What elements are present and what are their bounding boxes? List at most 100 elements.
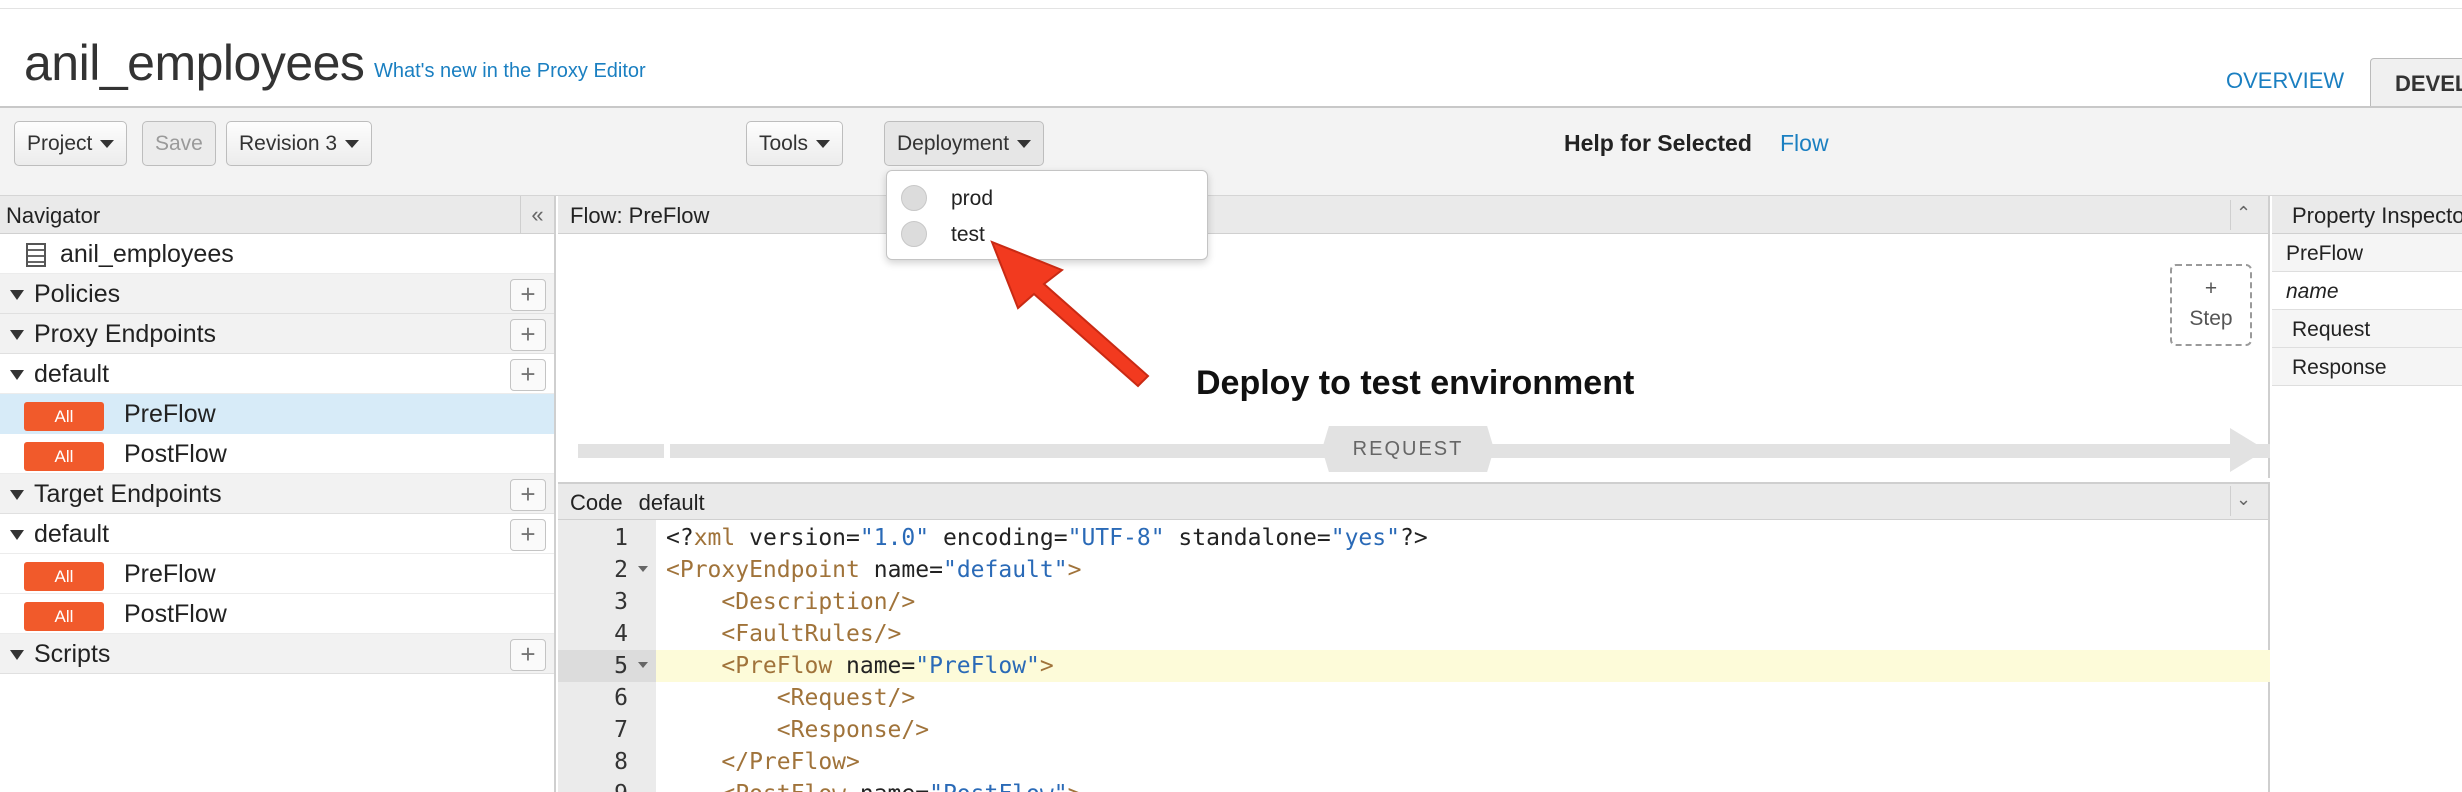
annotation-text: Deploy to test environment xyxy=(1196,364,1635,402)
revision-dropdown[interactable]: Revision 3 xyxy=(226,121,373,166)
project-dropdown[interactable]: Project xyxy=(14,121,128,166)
fold-icon[interactable] xyxy=(638,566,648,572)
flow-label: PostFlow xyxy=(124,600,227,628)
nav-section-policies[interactable]: Policies + xyxy=(0,274,554,314)
add-script-button[interactable]: + xyxy=(510,639,546,671)
property-inspector: Property Inspector PreFlow name Request … xyxy=(2272,196,2462,792)
line-number: 4 xyxy=(614,621,628,647)
step-label: Step xyxy=(2189,307,2233,330)
request-label: REQUEST xyxy=(1322,426,1494,472)
code-line[interactable]: 4 <FaultRules/> xyxy=(558,618,2270,650)
help-label: Help for Selected xyxy=(1564,130,1752,156)
deployment-dropdown[interactable]: Deployment xyxy=(884,121,1045,166)
navigator-header: Navigator « xyxy=(0,196,554,234)
nav-flow-item[interactable]: All PostFlow xyxy=(0,594,554,634)
tab-develop[interactable]: DEVEL xyxy=(2370,58,2462,108)
help-flow-link[interactable]: Flow xyxy=(1780,130,1829,157)
code-name: default xyxy=(638,490,705,515)
property-row[interactable]: PreFlow xyxy=(2272,234,2462,272)
nav-flow-item[interactable]: All PreFlow xyxy=(0,554,554,594)
nav-section-target-endpoints[interactable]: Target Endpoints + xyxy=(0,474,554,514)
code-line[interactable]: 8 </PreFlow> xyxy=(558,746,2270,778)
all-badge: All xyxy=(24,442,104,471)
collapse-up-icon[interactable]: ⌃ xyxy=(2230,200,2256,230)
property-row[interactable]: Response xyxy=(2272,348,2462,386)
property-row[interactable]: name xyxy=(2272,272,2462,310)
page-title: anil_employees xyxy=(24,35,365,91)
add-step-button[interactable]: + Step xyxy=(2170,264,2252,346)
flow-header: Flow: PreFlow ⌃ xyxy=(558,196,2268,234)
code-line[interactable]: 2 <ProxyEndpoint name="default"> xyxy=(558,554,2270,586)
nav-flow-item[interactable]: All PostFlow xyxy=(0,434,554,474)
code-line[interactable]: 9 <PostFlow name="PostFlow"> xyxy=(558,778,2270,792)
nav-root-item[interactable]: anil_employees xyxy=(0,234,554,274)
code-text: <Request/> xyxy=(776,685,916,711)
expand-triangle-icon xyxy=(10,490,24,501)
code-line[interactable]: 7 <Response/> xyxy=(558,714,2270,746)
revision-label: Revision 3 xyxy=(239,132,338,155)
line-number: 1 xyxy=(614,525,628,551)
nav-proxy-default[interactable]: default + xyxy=(0,354,554,394)
deployment-label: Deployment xyxy=(897,132,1010,155)
line-number: 7 xyxy=(614,717,628,743)
expand-triangle-icon xyxy=(10,330,24,341)
top-divider xyxy=(0,8,2462,9)
all-badge: All xyxy=(24,402,104,431)
all-badge: All xyxy=(24,562,104,591)
all-badge: All xyxy=(24,602,104,631)
code-text: <Response/> xyxy=(776,717,930,743)
add-target-flow-button[interactable]: + xyxy=(510,519,546,551)
collapse-down-icon[interactable]: ⌄ xyxy=(2230,486,2256,516)
property-row[interactable]: Request xyxy=(2272,310,2462,348)
fold-icon[interactable] xyxy=(638,662,648,668)
navigator-panel: Navigator « anil_employees Policies + Pr… xyxy=(0,196,556,792)
code-text: <PostFlow name="PostFlow"> xyxy=(666,781,1081,792)
code-line[interactable]: 3 <Description/> xyxy=(558,586,2270,618)
save-button[interactable]: Save xyxy=(142,121,216,166)
line-number: 6 xyxy=(614,685,628,711)
code-label: Code xyxy=(570,490,623,515)
document-icon xyxy=(26,243,46,268)
flow-arrow-icon xyxy=(2230,428,2266,472)
annotation-arrow-icon xyxy=(990,240,1150,388)
project-label: Project xyxy=(27,132,93,155)
nav-section-proxy-endpoints[interactable]: Proxy Endpoints + xyxy=(0,314,554,354)
code-line-active[interactable]: 5 <PreFlow name="PreFlow"> xyxy=(558,650,2270,682)
expand-triangle-icon xyxy=(10,370,24,381)
nav-default-label: default xyxy=(34,520,110,548)
code-text: <Description/> xyxy=(721,589,916,615)
env-label: test xyxy=(951,223,985,246)
flow-title: Flow: PreFlow xyxy=(570,203,710,228)
collapse-icon[interactable]: « xyxy=(520,196,554,234)
line-number: 9 xyxy=(558,778,656,792)
add-policy-button[interactable]: + xyxy=(510,279,546,311)
tab-overview[interactable]: OVERVIEW xyxy=(2226,68,2344,94)
code-line[interactable]: 1 <?xml version="1.0" encoding="UTF-8" s… xyxy=(558,522,2270,554)
flow-track-start xyxy=(578,444,664,458)
nav-section-label: Proxy Endpoints xyxy=(34,320,217,348)
code-text: <ProxyEndpoint name="default"> xyxy=(666,557,1082,583)
navigator-title: Navigator xyxy=(6,203,101,228)
property-inspector-title: Property Inspector xyxy=(2272,196,2462,234)
nav-section-scripts[interactable]: Scripts + xyxy=(0,634,554,674)
nav-flow-item[interactable]: All PreFlow xyxy=(0,394,554,434)
deploy-env-prod[interactable]: prod xyxy=(887,179,1207,215)
tools-label: Tools xyxy=(759,132,809,155)
expand-triangle-icon xyxy=(10,290,24,301)
add-proxy-flow-button[interactable]: + xyxy=(510,359,546,391)
nav-section-label: Target Endpoints xyxy=(34,480,222,508)
nav-target-default[interactable]: default + xyxy=(0,514,554,554)
chevron-down-icon xyxy=(1017,140,1032,149)
tools-dropdown[interactable]: Tools xyxy=(746,121,844,166)
add-proxy-endpoint-button[interactable]: + xyxy=(510,319,546,351)
flow-label: PreFlow xyxy=(124,560,216,588)
env-label: prod xyxy=(951,187,994,210)
nav-default-label: default xyxy=(34,360,110,388)
code-panel: Code default ⌄ 1 <?xml version="1.0" enco… xyxy=(558,482,2270,792)
whats-new-link[interactable]: What's new in the Proxy Editor xyxy=(374,60,646,83)
nav-root-label: anil_employees xyxy=(60,240,234,268)
flow-label: PreFlow xyxy=(124,400,216,428)
nav-section-label: Scripts xyxy=(34,640,111,668)
code-line[interactable]: 6 <Request/> xyxy=(558,682,2270,714)
add-target-endpoint-button[interactable]: + xyxy=(510,479,546,511)
